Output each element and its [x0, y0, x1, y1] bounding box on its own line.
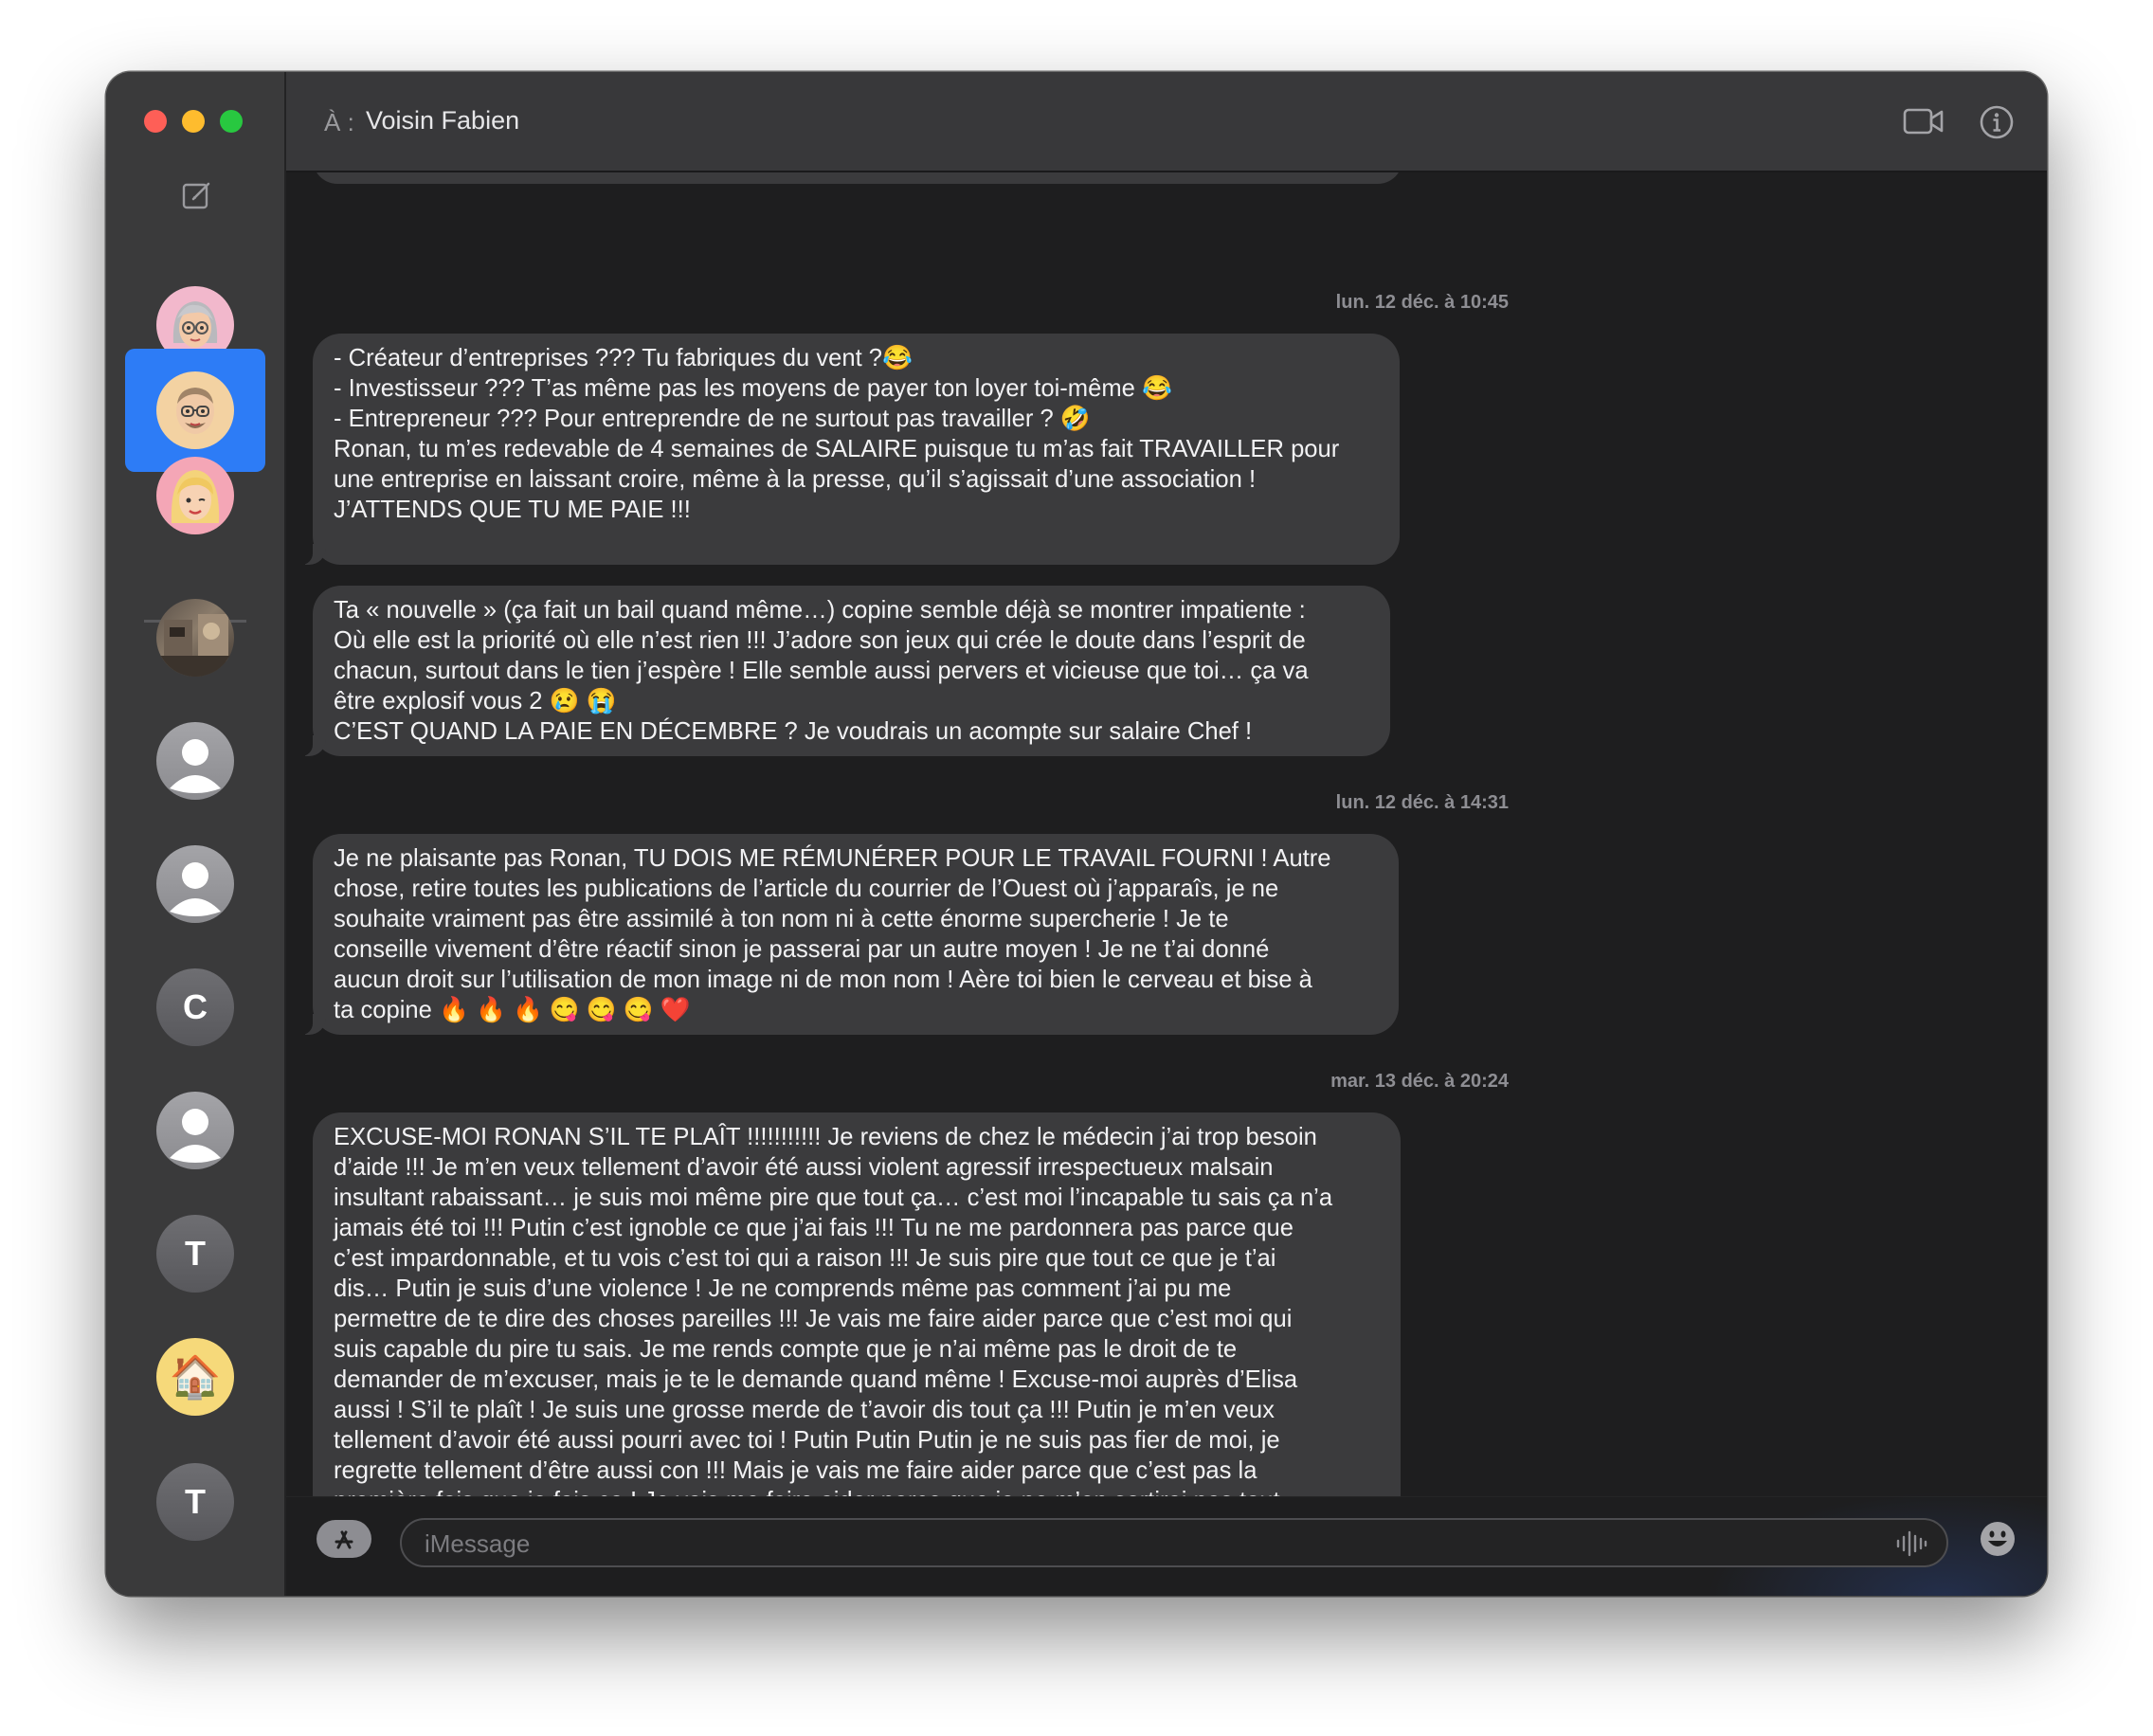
memoji-blonde-icon [156, 457, 234, 534]
window-controls [144, 110, 243, 133]
conversation-item[interactable]: T [125, 1192, 265, 1315]
message-input[interactable] [423, 1520, 1848, 1567]
partially-visible-message [313, 172, 1402, 184]
letter-avatar: C [156, 968, 234, 1046]
zoom-window-button[interactable] [220, 110, 243, 133]
messages-window: C T 🏠 T À : Voisin Fabien lun. 12 déc. à… [106, 72, 2047, 1596]
message-input-container [400, 1518, 1948, 1567]
timestamp: lun. 12 déc. à 10:45 [1335, 292, 1509, 313]
conversation-sidebar: C T 🏠 T [106, 72, 286, 1596]
conversation-header: À : Voisin Fabien [286, 72, 2047, 172]
photo-avatar-icon [156, 599, 234, 677]
house-emoji-avatar: 🏠 [156, 1338, 234, 1416]
received-message[interactable]: Je ne plaisante pas Ronan, TU DOIS ME RÉ… [299, 834, 1399, 1035]
info-icon[interactable] [1979, 104, 2015, 145]
conversation-item[interactable]: 🏠 [125, 1315, 265, 1438]
person-icon [156, 845, 234, 923]
minimize-window-button[interactable] [182, 110, 205, 133]
letter-avatar: T [156, 1215, 234, 1293]
timestamp: lun. 12 déc. à 14:31 [1335, 792, 1509, 813]
compose-icon[interactable] [180, 178, 214, 212]
emoji-smiley-icon[interactable] [1979, 1520, 2017, 1563]
close-window-button[interactable] [144, 110, 167, 133]
conversation-item[interactable]: C [125, 946, 265, 1069]
conversation-item[interactable] [125, 823, 265, 946]
received-message[interactable]: EXCUSE-MOI RONAN S’IL TE PLAÎT !!!!!!!!!… [313, 1112, 1401, 1497]
received-message[interactable]: Ta « nouvelle » (ça fait un bail quand m… [299, 586, 1390, 756]
recipient-name[interactable]: Voisin Fabien [366, 106, 519, 136]
letter-avatar: T [156, 1463, 234, 1541]
video-camera-icon[interactable] [1903, 104, 1945, 143]
received-message[interactable]: - Créateur d’entreprises ??? Tu fabrique… [299, 334, 1400, 565]
conversation-item[interactable] [125, 434, 265, 557]
conversation-item[interactable] [125, 576, 265, 699]
audio-waveform-icon[interactable] [1895, 1529, 1927, 1563]
conversation-item[interactable]: T [125, 1440, 265, 1564]
conversation-item[interactable] [125, 1069, 265, 1192]
person-icon [156, 722, 234, 800]
message-composer-bar [286, 1492, 2047, 1596]
person-icon [156, 1092, 234, 1169]
to-label: À : [324, 108, 354, 136]
app-store-icon[interactable] [317, 1520, 371, 1558]
timestamp: mar. 13 déc. à 20:24 [1330, 1071, 1509, 1092]
conversation-item[interactable] [125, 699, 265, 823]
message-transcript[interactable]: lun. 12 déc. à 10:45 - Créateur d’entrep… [286, 172, 2047, 1497]
